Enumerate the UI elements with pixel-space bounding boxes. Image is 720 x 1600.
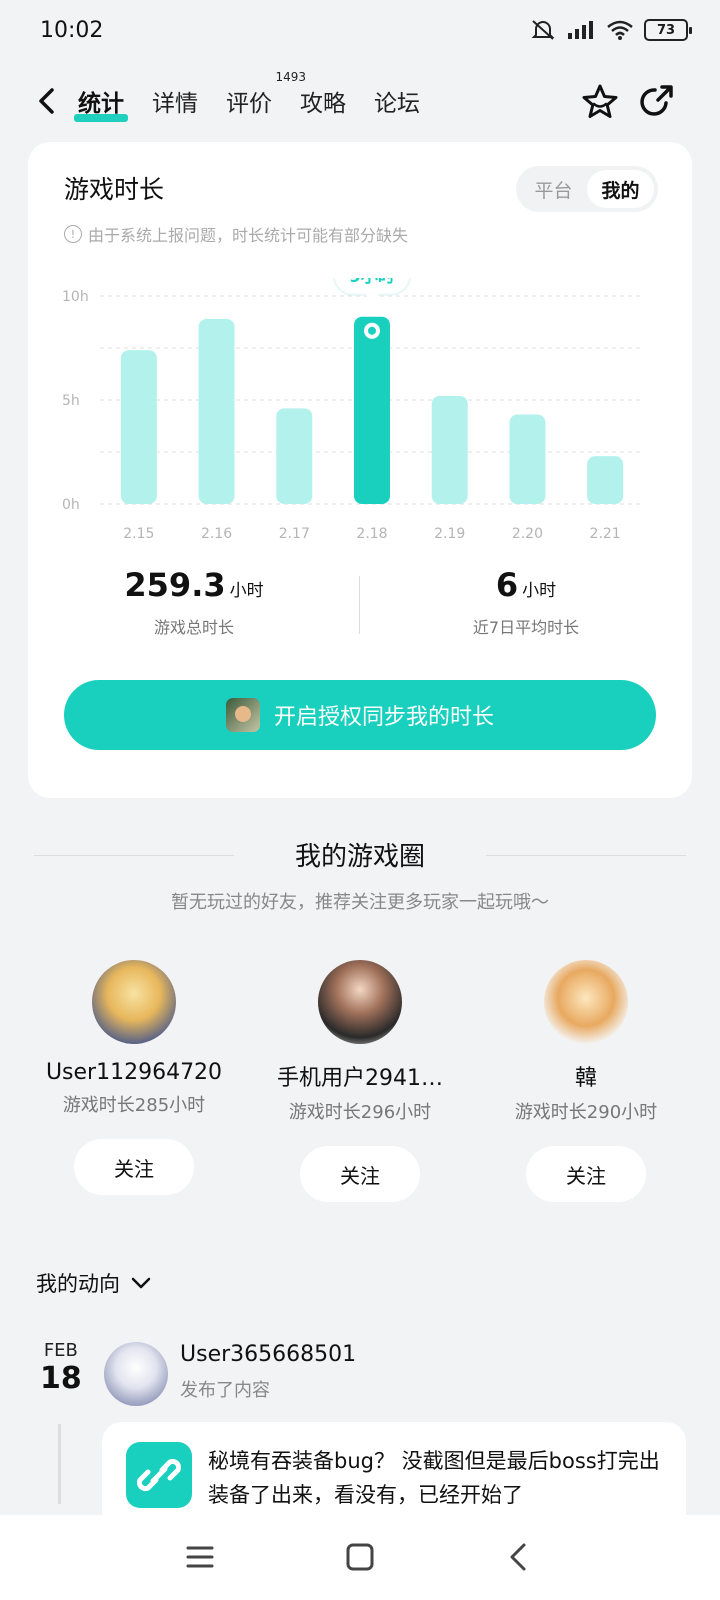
x-tick-label: 2.19 [434,526,465,542]
mute-icon [531,20,555,40]
chevron-down-icon [131,1277,151,1289]
avatar[interactable] [104,1342,168,1406]
x-tick-label: 2.20 [512,526,543,542]
friend-playtime: 游戏时长296小时 [288,1102,432,1123]
toggle-mine[interactable]: 我的 [587,170,654,208]
chart-bar [431,395,468,504]
notice-text: 由于系统上报问题，时长统计可能有部分缺失 [88,226,409,245]
follow-button[interactable]: 关注 [74,1139,194,1195]
status-icons: 73 [530,18,692,42]
tab-label: 详情 [152,91,198,117]
post-username[interactable]: User365668501 [180,1342,356,1367]
friend-card: 手机用户2941… 游戏时长296小时 关注 [250,960,470,1202]
timeline-line [58,1424,61,1504]
star-icon[interactable] [580,82,620,122]
y-tick-label: 10h [62,289,89,305]
avg-value: 6 [495,566,519,604]
info-icon: ! [64,225,82,243]
tab-label: 论坛 [374,91,420,117]
status-time: 10:02 [40,18,104,43]
highlight-marker-dot [368,326,376,335]
total-unit: 小时 [229,581,264,601]
total-label: 游戏总时长 [153,618,234,637]
chart-bar [198,318,235,504]
tab-guides[interactable]: 攻略 [300,84,346,118]
avatar[interactable] [318,960,402,1044]
total-playtime: 259.3 小时 游戏总时长 [28,566,360,638]
top-navigation: 统计 详情 评价 1493 攻略 论坛 [0,66,720,138]
friend-card: User112964720 游戏时长285小时 关注 [24,960,244,1195]
tab-stats[interactable]: 统计 [74,84,128,122]
share-icon[interactable] [636,82,676,122]
chart-bar [120,350,157,504]
y-tick-label: 5h [62,393,80,409]
signal-icon [568,21,593,39]
toggle-platform[interactable]: 平台 [520,170,587,208]
avatar[interactable] [544,960,628,1044]
x-tick-label: 2.17 [279,526,310,542]
tab-bar: 统计 详情 评价 1493 攻略 论坛 [74,70,420,122]
post-action: 发布了内容 [180,1380,270,1401]
chart-bar [354,316,390,504]
chart-bar [509,414,546,504]
sync-label: 开启授权同步我的时长 [273,705,494,730]
status-bar: 10:02 73 [0,0,720,66]
data-notice: ! 由于系统上报问题，时长统计可能有部分缺失 [64,222,408,246]
chevron-left-icon[interactable] [30,84,64,118]
tab-label: 攻略 [300,91,346,117]
follow-button[interactable]: 关注 [526,1146,646,1202]
menu-icon[interactable] [180,1539,220,1575]
system-navigation-bar [0,1515,720,1600]
back-icon[interactable] [500,1539,540,1575]
tooltip-text: 9小时 [349,278,395,287]
x-tick-label: 2.15 [123,526,154,542]
avg-label: 近7日平均时长 [472,618,580,637]
circle-subtitle: 暂无玩过的好友，推荐关注更多玩家一起玩哦～ [171,892,549,913]
activity-title: 我的动向 [36,1272,120,1296]
tab-forum[interactable]: 论坛 [374,84,420,118]
tab-label: 评价 [226,91,272,117]
sync-playtime-button[interactable]: 开启授权同步我的时长 [64,680,656,750]
avatar[interactable] [92,960,176,1044]
playtime-card: 游戏时长 平台 我的 ! 由于系统上报问题，时长统计可能有部分缺失 0h 5h 10… [28,142,692,798]
playtime-stats: 259.3 小时 游戏总时长 6 小时 近7日平均时长 [28,566,692,646]
avg-unit: 小时 [522,581,557,601]
post-day: 18 [40,1361,82,1396]
x-tick-label: 2.18 [356,526,387,542]
friend-playtime: 游戏时长285小时 [62,1095,206,1116]
source-toggle: 平台 我的 [516,166,658,212]
tooltip-pointer [365,293,379,303]
x-tick-label: 2.16 [201,526,232,542]
home-icon[interactable] [340,1539,380,1575]
y-tick-label: 0h [62,497,80,513]
game-icon [225,698,260,732]
activity-filter[interactable]: 我的动向 [36,1268,152,1298]
friend-name: 手机用户2941… [277,1066,443,1091]
friend-card: 韓 游戏时长290小时 关注 [476,960,696,1202]
chart-bar [587,456,624,504]
x-tick-label: 2.21 [590,526,621,542]
chart-bar [276,408,313,504]
friend-playtime: 游戏时长290小时 [514,1102,658,1123]
friend-name: 韓 [574,1066,597,1091]
friend-name: User112964720 [45,1060,223,1085]
battery-indicator: 73 [644,19,692,41]
tab-details[interactable]: 详情 [152,84,198,118]
post-date: FEB 18 [40,1340,82,1396]
card-title: 游戏时长 [64,175,165,204]
circle-title: 我的游戏圈 [294,842,425,872]
wifi-icon [607,20,633,40]
total-value: 259.3 [124,566,226,604]
average-playtime: 6 小时 近7日平均时长 [360,566,692,638]
link-icon [126,1442,192,1508]
review-count-badge: 1493 [275,70,306,84]
tab-label: 统计 [78,91,124,117]
tab-reviews[interactable]: 评价 1493 [226,70,306,118]
follow-button[interactable]: 关注 [300,1146,420,1202]
post-text: 秘境有吞装备bug？ 没截图但是最后boss打完出装备了出来，看没有，已经开始了 [208,1449,660,1507]
playtime-chart: 0h 5h 10h 2.15 2.16 2.17 2.18 9小时 2.19 2.20 2.21 [62,278,644,542]
post-month: FEB [43,1340,78,1361]
